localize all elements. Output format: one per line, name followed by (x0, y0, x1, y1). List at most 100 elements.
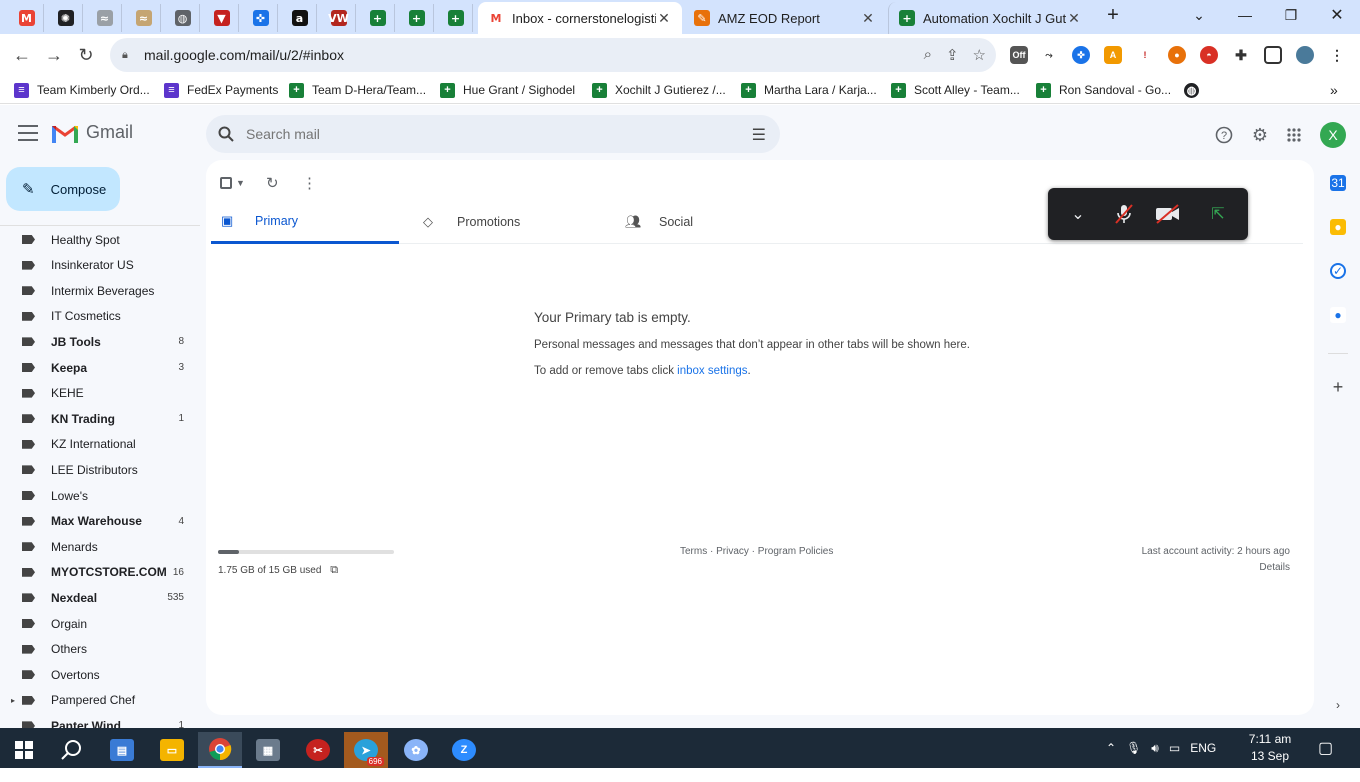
globe-icon[interactable]: ◍ (1184, 81, 1207, 99)
expand-arrow-icon[interactable]: ▸ (11, 696, 15, 705)
extension-icon[interactable]: ◓ (1200, 46, 1218, 64)
extension-icon[interactable]: ⤳ (1040, 46, 1058, 64)
extension-alert-icon[interactable]: ! (1136, 46, 1154, 64)
close-icon[interactable]: ✕ (1066, 10, 1082, 27)
compose-button[interactable]: ✎ Compose (6, 167, 120, 211)
label-item[interactable]: Intermix Beverages (0, 278, 194, 303)
label-item[interactable]: KZ International (0, 432, 194, 457)
keep-icon[interactable]: ● (1330, 219, 1346, 235)
network-icon[interactable]: ▭ (1169, 741, 1180, 755)
tab-social[interactable]: 👥︎ Social (615, 200, 803, 244)
file-explorer-icon[interactable]: ▭ (150, 732, 194, 768)
tab-automation-sheet[interactable]: + Automation Xochilt J Gutie ✕ (888, 2, 1092, 34)
apps-grid-icon[interactable] (1284, 125, 1304, 145)
profile-avatar[interactable] (1296, 46, 1314, 64)
calendar-icon[interactable]: 31 (1330, 175, 1346, 191)
add-addon-icon[interactable]: + (1330, 377, 1346, 397)
new-tab-button[interactable]: + (1094, 0, 1132, 30)
label-item[interactable]: Panter Wind 1 (0, 713, 194, 728)
close-icon[interactable]: ✕ (860, 10, 876, 27)
pinned-tab[interactable]: ✜ (244, 4, 278, 32)
chrome-icon[interactable] (198, 732, 242, 768)
bookmark-star-icon[interactable]: ☆ (973, 46, 986, 64)
notifications-icon[interactable]: ▢ (1318, 728, 1333, 768)
restore-button[interactable]: ❐ (1268, 0, 1314, 30)
refresh-icon[interactable]: ↻ (266, 172, 279, 194)
label-item[interactable]: ▸ Pampered Chef (0, 688, 194, 713)
extension-icon[interactable]: A (1104, 46, 1122, 64)
pinned-tab[interactable]: + (361, 4, 395, 32)
language-indicator[interactable]: ENG (1190, 741, 1216, 755)
zoom-app-icon[interactable]: Z (442, 732, 486, 768)
address-bar[interactable]: 🔒︎ mail.google.com/mail/u/2/#inbox ⌕ ⇪ ☆ (110, 38, 996, 72)
extension-off-icon[interactable]: Off (1010, 46, 1028, 64)
label-item[interactable]: IT Cosmetics (0, 304, 194, 329)
label-item[interactable]: Others (0, 637, 194, 662)
label-item[interactable]: KN Trading 1 (0, 406, 194, 431)
close-icon[interactable]: ✕ (656, 10, 672, 27)
pinned-tab[interactable]: a (283, 4, 317, 32)
pinned-tab[interactable]: ≈ (88, 4, 122, 32)
chevron-up-icon[interactable]: ⌃ (1106, 741, 1116, 755)
back-button[interactable]: ← (8, 41, 36, 69)
calculator-icon[interactable]: ▦ (246, 732, 290, 768)
pinned-tab[interactable]: ◍ (166, 4, 200, 32)
search-icon[interactable] (50, 732, 94, 768)
label-item[interactable]: LEE Distributors (0, 457, 194, 482)
help-icon[interactable]: ? (1214, 125, 1234, 145)
search-bar[interactable]: ☰ (206, 115, 780, 153)
bookmark-item[interactable]: + Scott Alley - Team... (891, 81, 1020, 99)
tab-search-button[interactable]: ⌄ (1176, 0, 1222, 30)
bookmark-item[interactable]: + Xochilt J Gutierez /... (592, 81, 726, 99)
details-link[interactable]: Details (1142, 562, 1290, 573)
extension-icon[interactable]: ✜ (1072, 46, 1090, 64)
bookmark-item[interactable]: + Ron Sandoval - Go... (1036, 81, 1171, 99)
mic-off-icon[interactable] (1112, 202, 1136, 226)
footer-links[interactable]: Terms · Privacy · Program Policies (680, 546, 833, 557)
pinned-tab[interactable]: + (400, 4, 434, 32)
bookmark-item[interactable]: + Team D-Hera/Team... (289, 81, 426, 99)
settings-gear-icon[interactable]: ⚙ (1250, 125, 1270, 145)
more-options-icon[interactable]: ⋮ (302, 172, 317, 194)
inbox-settings-link[interactable]: inbox settings (677, 365, 747, 377)
label-item[interactable]: Menards (0, 534, 194, 559)
puzzle-icon[interactable]: ✚ (1232, 46, 1250, 64)
pinned-tab[interactable]: ✺ (49, 4, 83, 32)
open-in-new-icon[interactable]: ⧉ (330, 564, 338, 576)
label-item[interactable]: Keepa 3 (0, 355, 194, 380)
minimize-button[interactable]: — (1222, 0, 1268, 30)
volume-icon[interactable]: 🔊︎ (1151, 741, 1159, 756)
close-window-button[interactable]: ✕ (1314, 0, 1360, 30)
tab-gmail-inbox[interactable]: M Inbox - cornerstonelogistic ✕ (478, 2, 682, 34)
search-icon[interactable] (218, 126, 234, 142)
share-icon[interactable]: ⇪ (946, 46, 959, 64)
bookmark-item[interactable]: ≡ Team Kimberly Ord... (14, 81, 150, 99)
tab-primary[interactable]: ▣ Primary (211, 200, 399, 244)
menu-dots-icon[interactable]: ⋮ (1328, 46, 1346, 64)
forward-button[interactable]: → (40, 41, 68, 69)
zoom-icon[interactable]: ⌕ (924, 46, 932, 64)
chevron-right-icon[interactable]: › (1330, 697, 1346, 713)
pinned-tab[interactable]: M (10, 4, 44, 32)
extension-icon[interactable]: ● (1168, 46, 1186, 64)
gmail-logo[interactable]: Gmail (52, 122, 133, 143)
camera-off-icon[interactable] (1154, 202, 1182, 226)
snipping-tool-icon[interactable]: ✂ (296, 732, 340, 768)
label-item[interactable]: Insinkerator US (0, 253, 194, 278)
bookmark-item[interactable]: ≡ FedEx Payments (164, 81, 278, 99)
pop-out-icon[interactable]: ⇱ (1206, 202, 1230, 226)
label-item[interactable]: Nexdeal 535 (0, 585, 194, 610)
account-avatar[interactable]: X (1320, 122, 1346, 148)
label-item[interactable]: Healthy Spot (0, 227, 194, 252)
pinned-tab[interactable]: + (439, 4, 473, 32)
label-item[interactable]: Orgain (0, 611, 194, 636)
contacts-icon[interactable]: ● (1330, 307, 1346, 323)
label-item[interactable]: Max Warehouse 4 (0, 509, 194, 534)
pinned-tab[interactable]: ▼ (205, 4, 239, 32)
reload-button[interactable]: ↻ (72, 41, 100, 69)
label-item[interactable]: KEHE (0, 381, 194, 406)
microphone-icon[interactable]: 🎙︎ (1126, 741, 1141, 755)
tab-amz-eod-report[interactable]: ✎ AMZ EOD Report ✕ (684, 2, 886, 34)
label-item[interactable]: Overtons (0, 662, 194, 687)
label-item[interactable]: Lowe's (0, 483, 194, 508)
